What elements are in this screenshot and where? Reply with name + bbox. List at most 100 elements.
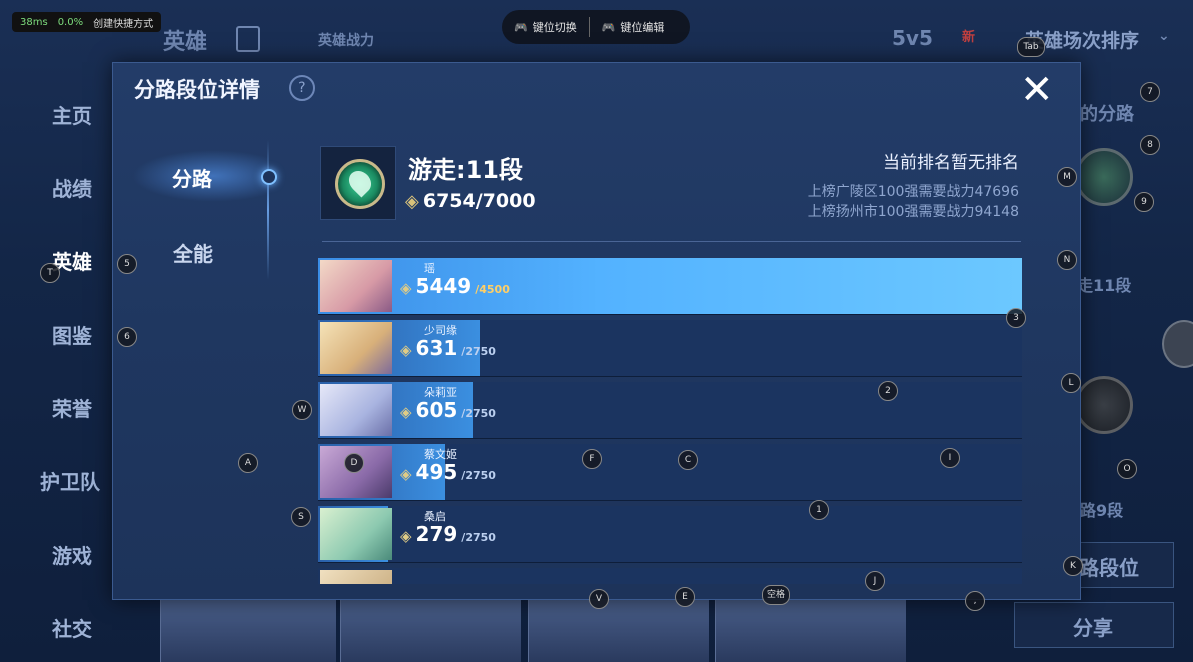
key-hint: N: [1057, 250, 1077, 270]
key-hint: J: [865, 571, 885, 591]
key-hint: 空格: [762, 585, 790, 605]
rank-status: 当前排名暂无排名: [883, 153, 1019, 173]
top-hero-title: 英雄: [163, 30, 208, 55]
lane-emblem-icon: [1075, 376, 1133, 434]
hero-avatar: [320, 384, 392, 436]
lane-rank-button-label: 路段位: [1079, 556, 1139, 580]
key-hint: L: [1061, 373, 1081, 393]
key-hint: 3: [1006, 308, 1026, 328]
key-hint: D: [344, 453, 364, 473]
power-icon: ◈: [400, 527, 412, 545]
key-hint: 7: [1140, 82, 1160, 102]
power-icon: ◈: [400, 341, 412, 359]
hero-avatar: [320, 570, 392, 584]
gamepad-icon: 🎮: [514, 20, 528, 34]
hero-score: ◈ 279/2750: [400, 522, 496, 546]
gamepad-icon: 🎮: [601, 20, 616, 34]
hero-score-max: /2750: [461, 345, 496, 358]
dialog-title: 分路段位详情: [134, 78, 260, 102]
hero-row[interactable]: 蔡文姬 ◈ 495/2750: [318, 444, 1022, 501]
nav-item-honor[interactable]: 荣誉: [52, 393, 92, 422]
key-hint: E: [675, 587, 695, 607]
hero-row[interactable]: 少司缘 ◈ 631/2750: [318, 320, 1022, 377]
close-icon[interactable]: ✕: [1020, 70, 1054, 110]
chevron-down-icon: ⌄: [1158, 28, 1170, 44]
loss-text: 0.0%: [57, 16, 84, 28]
power-icon: ◈: [400, 465, 412, 483]
shortcut-link[interactable]: 创建快捷方式: [93, 15, 153, 30]
hero-row[interactable]: 桑启 ◈ 279/2750: [318, 506, 1022, 563]
hero-avatar: [320, 322, 392, 374]
right-rank-label-2: 路9段: [1080, 501, 1124, 520]
key-edit-label: 键位编辑: [620, 21, 665, 34]
mode-label[interactable]: 5v5: [892, 26, 933, 50]
rank-title: 游走:11段: [408, 156, 523, 184]
lane-emblem-icon: [1075, 148, 1133, 206]
requirement-district: 上榜广陵区100强需要战力47696: [807, 184, 1019, 200]
key-hint: K: [1063, 556, 1083, 576]
power-value: 6754/7000: [422, 190, 536, 212]
hero-score: ◈ 631/2750: [400, 336, 496, 360]
nav-item-guard[interactable]: 护卫队: [40, 466, 100, 495]
key-hint: O: [1117, 459, 1137, 479]
power-icon: ◈: [405, 190, 419, 212]
hero-card[interactable]: [715, 600, 906, 662]
key-hint: 8: [1140, 135, 1160, 155]
hero-score-value: 279: [415, 522, 458, 546]
nav-item-record[interactable]: 战绩: [52, 173, 92, 202]
rank-badge: [320, 146, 396, 220]
tab-all-round[interactable]: 全能: [173, 238, 213, 267]
key-switch-button[interactable]: 🎮 键位切换: [502, 19, 589, 35]
hero-score-value: 495: [415, 460, 458, 484]
list-icon: [236, 26, 260, 52]
key-hint: 5: [117, 254, 137, 274]
key-hint: M: [1057, 167, 1077, 187]
hero-score: ◈ 495/2750: [400, 460, 496, 484]
hero-row[interactable]: 瑶 ◈ 5449/4500: [318, 258, 1022, 315]
tab-divider: [267, 140, 269, 280]
top-hero-power: 英雄战力: [318, 33, 374, 49]
hero-card[interactable]: [340, 600, 521, 662]
hero-score: ◈ 5449/4500: [400, 274, 510, 298]
key-toolbar: 🎮 键位切换 🎮 键位编辑: [502, 10, 690, 44]
key-hint: I: [940, 448, 960, 468]
hero-list: 瑶 ◈ 5449/4500 少司缘 ◈ 631/2750 朵莉亚 ◈ 605/2750…: [318, 258, 1022, 584]
key-switch-label: 键位切换: [532, 21, 577, 34]
active-tab-indicator: [261, 169, 277, 185]
hero-score-value: 631: [415, 336, 458, 360]
key-hint: 9: [1134, 192, 1154, 212]
share-button[interactable]: 分享: [1014, 602, 1174, 648]
right-lane-label: 的分路: [1080, 104, 1134, 125]
hero-card[interactable]: [528, 600, 709, 662]
key-hint: 1: [809, 500, 829, 520]
tab-lane[interactable]: 分路: [172, 163, 212, 192]
hero-score-max: /2750: [461, 531, 496, 544]
latency-text: 38ms: [20, 16, 48, 28]
hero-score-value: 605: [415, 398, 458, 422]
key-hint: 6: [117, 327, 137, 347]
share-button-label: 分享: [1073, 616, 1113, 640]
hero-row[interactable]: [318, 568, 1022, 584]
new-badge: 新: [962, 30, 976, 45]
hero-score: ◈ 605/2750: [400, 398, 496, 422]
key-edit-button[interactable]: 🎮 键位编辑: [590, 19, 677, 35]
nav-item-game[interactable]: 游戏: [52, 540, 92, 569]
nav-item-social[interactable]: 社交: [52, 613, 92, 642]
key-hint: V: [589, 589, 609, 609]
key-hint: 2: [878, 381, 898, 401]
hero-score-max: /2750: [461, 469, 496, 482]
key-hint: C: [678, 450, 698, 470]
key-hint: S: [291, 507, 311, 527]
nav-item-home[interactable]: 主页: [52, 100, 92, 129]
power-icon: ◈: [400, 403, 412, 421]
key-hint: ,: [965, 591, 985, 611]
perf-overlay: 38ms 0.0% 创建快捷方式: [12, 12, 162, 32]
support-rank-icon: [335, 159, 385, 209]
hero-row[interactable]: 朵莉亚 ◈ 605/2750: [318, 382, 1022, 439]
hero-card[interactable]: [160, 600, 336, 662]
nav-item-codex[interactable]: 图鉴: [52, 320, 92, 349]
help-glyph: ?: [298, 80, 306, 96]
hero-avatar: [320, 508, 392, 560]
power-icon: ◈: [400, 279, 412, 297]
hero-score-max: /2750: [461, 407, 496, 420]
